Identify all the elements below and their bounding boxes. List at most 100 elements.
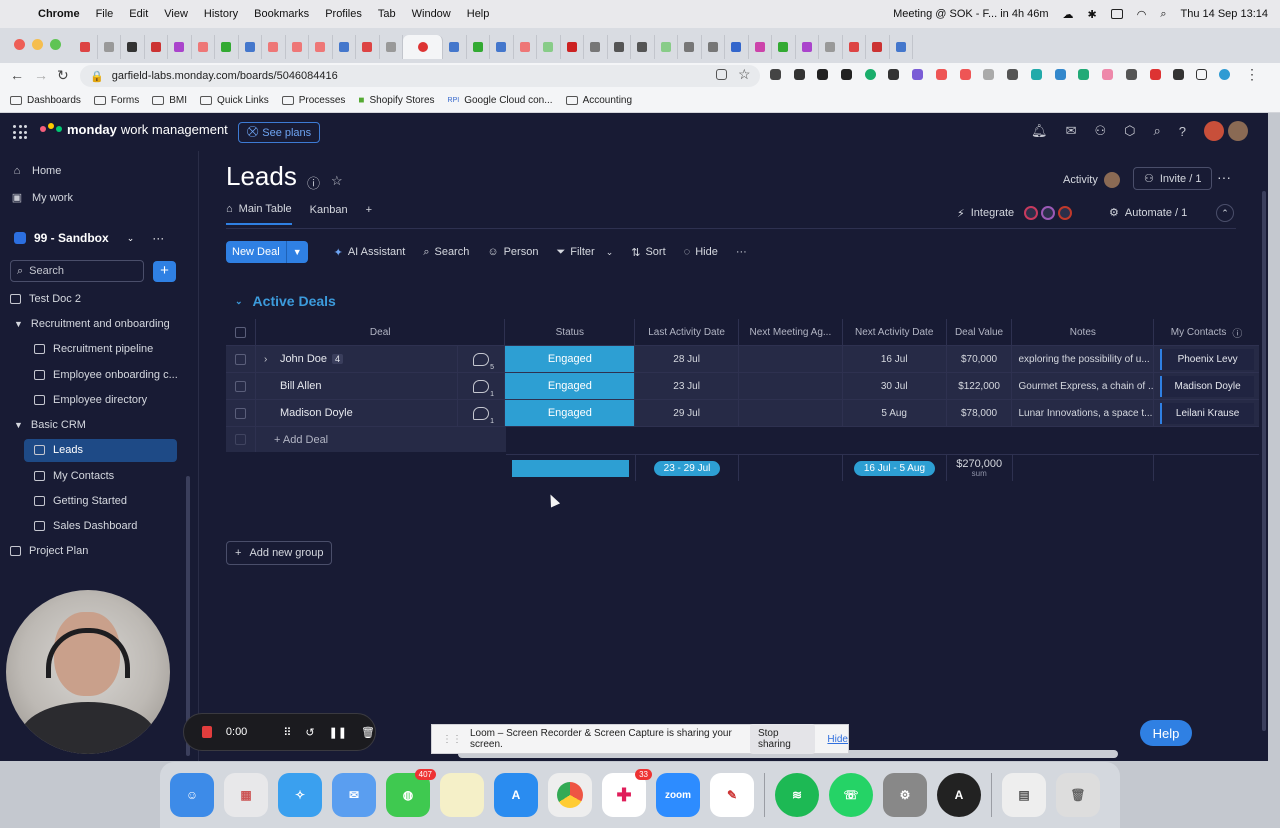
contact-cell[interactable]: Phoenix Levy: [1154, 346, 1259, 372]
extension-icon[interactable]: [936, 69, 947, 80]
extension-icon[interactable]: [1007, 69, 1018, 80]
person-filter-button[interactable]: ☺ Person: [487, 246, 538, 258]
spotlight-icon[interactable]: ⌕: [1160, 8, 1166, 21]
finder-icon[interactable]: ☺: [170, 773, 214, 817]
bluetooth-icon[interactable]: ✱: [1088, 8, 1097, 21]
sidebar-my-work[interactable]: ▣ My work: [10, 191, 73, 205]
hide-sharing-bar-link[interactable]: Hide: [827, 734, 848, 745]
column-header-notes[interactable]: Notes: [1012, 319, 1155, 345]
invite-members-icon[interactable]: ⚇: [1094, 123, 1106, 139]
table-row[interactable]: Bill Allen 1 Engaged 23 Jul 30 Jul $122,…: [226, 373, 1259, 400]
sidebar-search-input[interactable]: ⌕ Search: [10, 260, 144, 282]
browser-tab[interactable]: [168, 35, 192, 59]
favorite-star-icon[interactable]: ☆: [331, 173, 343, 189]
browser-tab[interactable]: [192, 35, 215, 59]
browser-tab[interactable]: [286, 35, 309, 59]
next-activity-cell[interactable]: 30 Jul: [843, 373, 947, 399]
browser-tab[interactable]: [121, 35, 145, 59]
browser-tab[interactable]: [145, 35, 168, 59]
bookmark-forms[interactable]: Forms: [93, 95, 139, 106]
bell-icon[interactable]: 🔔︎: [1031, 123, 1048, 139]
browser-tab[interactable]: [74, 35, 98, 59]
loom-webcam-bubble[interactable]: [6, 590, 170, 754]
extension-icon[interactable]: [960, 69, 971, 80]
safari-icon[interactable]: ✧: [278, 773, 322, 817]
search-icon[interactable]: ⌕: [1153, 123, 1160, 139]
browser-tab[interactable]: [655, 35, 678, 59]
workspace-selector[interactable]: 99 - Sandbox ⌄ ···: [14, 231, 164, 245]
next-meeting-cell[interactable]: [739, 373, 843, 399]
content-scrollbar[interactable]: [1262, 191, 1266, 731]
documents-icon[interactable]: ▤: [1002, 773, 1046, 817]
browser-tab[interactable]: [796, 35, 819, 59]
board-more-icon[interactable]: ···: [1217, 169, 1231, 185]
last-activity-cell[interactable]: 23 Jul: [635, 373, 740, 399]
forward-icon[interactable]: →: [34, 67, 48, 83]
integrate-button[interactable]: ⚡︎ Integrate: [957, 206, 1073, 220]
subitem-count[interactable]: 4: [332, 354, 344, 364]
contact-cell[interactable]: Leilani Krause: [1154, 400, 1259, 426]
menu-history[interactable]: History: [204, 8, 238, 20]
browser-tab[interactable]: [380, 35, 403, 59]
column-header-my-contacts[interactable]: My Contacts ⓘ: [1154, 319, 1259, 345]
drag-handle-icon[interactable]: ⠿: [283, 726, 291, 739]
browser-tab[interactable]: [890, 35, 913, 59]
extension-icon[interactable]: [1102, 69, 1113, 80]
vectorworks-icon[interactable]: A: [937, 773, 981, 817]
browser-tab[interactable]: [333, 35, 356, 59]
extension-icon[interactable]: [770, 69, 781, 80]
monday-logo[interactable]: monday work management: [40, 121, 228, 137]
reload-icon[interactable]: ↻: [57, 67, 69, 84]
browser-tab[interactable]: [584, 35, 608, 59]
inbox-icon[interactable]: ✉︎: [1066, 123, 1077, 139]
group-header[interactable]: ⌄ Active Deals: [235, 293, 336, 309]
browser-tab[interactable]: [631, 35, 655, 59]
slack-icon[interactable]: ✚ 33: [602, 769, 652, 817]
invite-button[interactable]: ⚇ Invite / 1: [1133, 167, 1213, 190]
hide-button[interactable]: ◌ Hide: [684, 246, 718, 258]
browser-tab[interactable]: [749, 35, 772, 59]
sidebar-folder-basic-crm[interactable]: ▼ Basic CRM: [14, 419, 86, 431]
status-label[interactable]: Engaged: [505, 373, 635, 399]
browser-tab[interactable]: [98, 35, 121, 59]
stop-sharing-button[interactable]: Stop sharing: [749, 724, 816, 754]
info-icon[interactable]: ⓘ: [307, 173, 320, 192]
browser-tab[interactable]: [843, 35, 866, 59]
extension-icon[interactable]: [1126, 69, 1137, 80]
cloud-icon[interactable]: ☁: [1063, 8, 1074, 21]
add-item-button[interactable]: +: [153, 261, 176, 282]
status-label[interactable]: Engaged: [505, 400, 635, 426]
row-checkbox[interactable]: [226, 373, 256, 399]
account-avatar[interactable]: [1204, 121, 1224, 141]
drag-handle-icon[interactable]: ⋮⋮: [442, 734, 462, 745]
menu-app[interactable]: Chrome: [38, 8, 80, 20]
share-icon[interactable]: [716, 69, 727, 80]
more-icon[interactable]: ···: [152, 231, 164, 245]
pen-tool-icon[interactable]: ✎: [710, 773, 754, 817]
menu-help[interactable]: Help: [467, 8, 490, 20]
column-header-status[interactable]: Status: [505, 319, 636, 345]
last-activity-cell[interactable]: 29 Jul: [635, 400, 740, 426]
updates-cell[interactable]: 5: [458, 346, 506, 372]
minimize-window-icon[interactable]: [32, 39, 43, 50]
restart-icon[interactable]: ↺: [305, 726, 314, 739]
browser-tab[interactable]: [443, 35, 467, 59]
sidebar-item-getting-started[interactable]: Getting Started: [34, 495, 127, 507]
next-activity-cell[interactable]: 16 Jul: [843, 346, 947, 372]
add-view-button[interactable]: +: [366, 203, 372, 225]
close-window-icon[interactable]: [14, 39, 25, 50]
updates-cell[interactable]: 1: [458, 373, 506, 399]
sidebar-item-employee-directory[interactable]: Employee directory: [34, 394, 147, 406]
browser-tab[interactable]: [702, 35, 725, 59]
add-deal-row[interactable]: + Add Deal: [226, 427, 506, 452]
lock-icon[interactable]: 🔒: [90, 70, 104, 83]
select-all-checkbox[interactable]: [226, 319, 256, 345]
extension-icon[interactable]: [1031, 69, 1042, 80]
browser-tab[interactable]: [239, 35, 262, 59]
bookmark-quick-links[interactable]: Quick Links: [200, 95, 269, 106]
extension-icon[interactable]: [794, 69, 805, 80]
last-activity-cell[interactable]: 28 Jul: [635, 346, 740, 372]
notes-icon[interactable]: [440, 773, 484, 817]
add-new-group-button[interactable]: + Add new group: [226, 541, 333, 565]
sidebar-item-my-contacts[interactable]: My Contacts: [34, 470, 114, 482]
